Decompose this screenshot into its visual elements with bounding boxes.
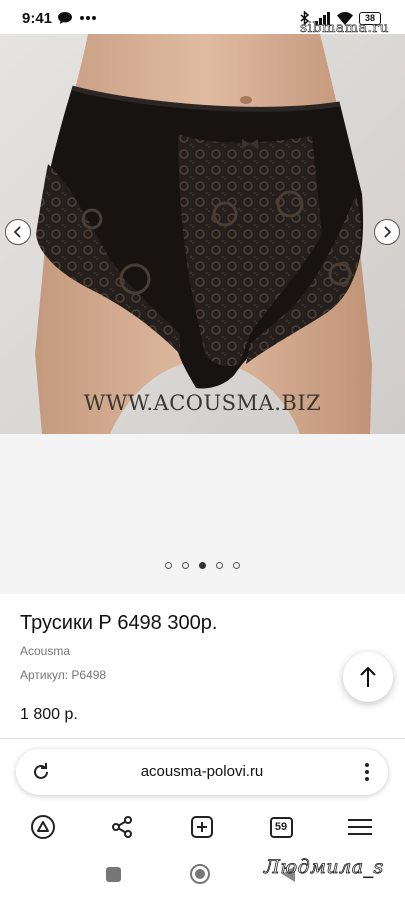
more-vertical-icon [365, 763, 369, 767]
browser-menu-button[interactable] [345, 812, 375, 842]
share-icon [112, 816, 132, 838]
recent-apps-button[interactable] [106, 867, 121, 882]
pagination-dot[interactable] [233, 562, 240, 569]
gallery-pagination-dots[interactable] [0, 562, 405, 569]
status-left-icons [58, 12, 96, 24]
tabs-icon: 59 [269, 816, 293, 838]
divider [0, 738, 405, 739]
more-dots-icon [80, 16, 96, 20]
gallery-prev-button[interactable] [5, 219, 31, 245]
menu-icon [348, 819, 372, 835]
pagination-dot-active[interactable] [199, 562, 206, 569]
pagination-dot[interactable] [182, 562, 189, 569]
chat-bubble-icon [58, 12, 72, 24]
chevron-right-icon [384, 226, 392, 238]
product-sku: Артикул: P6498 [20, 668, 107, 682]
signature-watermark: Людмила_s [264, 856, 384, 879]
browser-toolbar: 59 [0, 806, 405, 848]
arrow-up-icon [360, 666, 376, 687]
chevron-left-icon [13, 226, 21, 238]
alice-icon [31, 815, 55, 839]
tabs-button[interactable]: 59 [266, 812, 296, 842]
new-tab-icon [191, 816, 213, 838]
new-tab-button[interactable] [187, 812, 217, 842]
alice-button[interactable] [28, 812, 58, 842]
gallery-next-button[interactable] [374, 219, 400, 245]
status-time: 9:41 [22, 10, 53, 27]
product-photo [0, 34, 405, 434]
scroll-to-top-button[interactable] [343, 652, 393, 702]
product-gallery[interactable]: WWW.ACOUSMA.BIZ [0, 34, 405, 434]
gallery-background [0, 434, 405, 594]
home-button[interactable] [190, 864, 210, 884]
page-menu-button[interactable] [360, 760, 374, 784]
pagination-dot[interactable] [216, 562, 223, 569]
product-brand: Acousma [20, 644, 71, 658]
address-bar[interactable]: acousma-polovi.ru [16, 749, 388, 795]
url-text[interactable]: acousma-polovi.ru [16, 763, 388, 780]
pagination-dot[interactable] [165, 562, 172, 569]
status-bar: 9:41 38 sibmama.ru [0, 0, 405, 36]
product-price: 1 800 р. [20, 706, 78, 723]
photo-caption: WWW.ACOUSMA.BIZ [83, 391, 322, 415]
product-title: Трусики Р 6498 300р. [20, 612, 218, 634]
share-button[interactable] [107, 812, 137, 842]
